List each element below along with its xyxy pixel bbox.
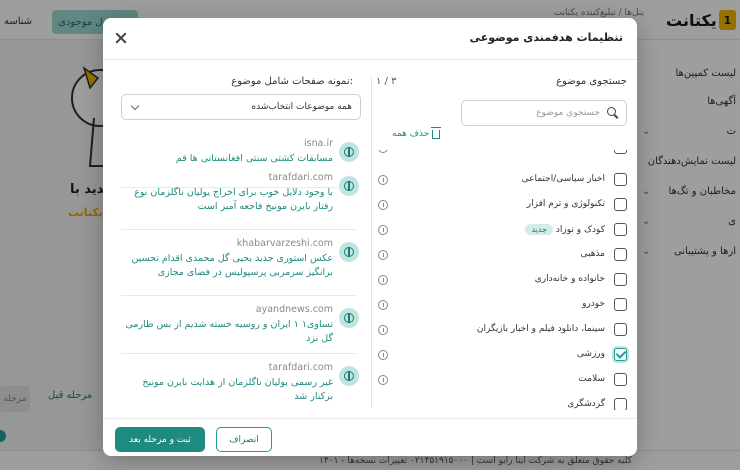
topic-row[interactable]: تکنولوژی و ترم افزار (372, 193, 637, 218)
sample-title-link[interactable]: تساوی۱ ۱ ایران و روسیه خسته شدیم از بس ط… (123, 318, 333, 346)
clear-all-label: حذف همه (392, 128, 430, 139)
sample-domain: isna.ir (304, 138, 333, 149)
selected-counter: ۱ / ۳ (376, 76, 397, 87)
sample-domain: ayandnews.com (255, 304, 333, 315)
topic-row[interactable]: خانواده و خانه‌داری (372, 268, 637, 293)
topic-filter-select[interactable]: همه موضوعات انتخاب‌شده (121, 94, 361, 120)
topic-row[interactable]: سینما، دانلود فیلم و اخبار بازیگران (372, 318, 637, 343)
globe-icon (339, 142, 359, 162)
topic-label: تکنولوژی و ترم افزار (526, 199, 605, 209)
topic-row[interactable]: ورزشی (372, 343, 637, 368)
info-icon[interactable] (378, 275, 388, 285)
topic-row[interactable]: سلامت (372, 368, 637, 393)
info-icon[interactable] (378, 375, 388, 385)
topic-filter-value: همه موضوعات انتخاب‌شده (251, 102, 352, 112)
info-icon[interactable] (378, 250, 388, 260)
topic-label: خودرو (582, 299, 605, 309)
topic-checkbox[interactable] (614, 323, 627, 336)
topic-search-input[interactable] (470, 105, 600, 121)
info-icon[interactable] (378, 325, 388, 335)
topic-label: سلامت (578, 374, 605, 384)
topic-label: سینما، دانلود فیلم و اخبار بازیگران (476, 324, 605, 334)
sample-pages-label: نمونه صفحات شامل موضوع: (231, 76, 353, 87)
topic-row[interactable]: گردشگری (372, 393, 637, 410)
topic-row[interactable]: جدید کودک و نوزاد (372, 218, 637, 243)
topic-label: جدید کودک و نوزاد (521, 224, 605, 235)
info-icon[interactable] (378, 350, 388, 360)
topic-label: اخبار سیاسی/اجتماعی (521, 174, 605, 184)
topic-row[interactable]: اخبار سیاسی/اجتماعی (372, 168, 637, 193)
topic-checkbox[interactable] (614, 173, 627, 186)
topic-targeting-modal: تنظیمات هدفمندی موضوعی جستجوی موضوع ۱ / … (103, 18, 637, 456)
modal-footer: ثبت و مرحله بعد انصراف (103, 418, 637, 456)
topic-checkbox[interactable] (614, 248, 627, 261)
topic-checkbox[interactable] (614, 198, 627, 211)
topic-search-panel: جستجوی موضوع ۱ / ۳ حذف همه اخبار سیاسی/ا… (372, 60, 637, 410)
info-icon[interactable] (378, 200, 388, 210)
sample-page-item[interactable]: tarafdari.com با وجود دلایل خوب برای اخر… (103, 164, 371, 230)
info-icon[interactable] (378, 300, 388, 310)
topic-row[interactable]: خودرو (372, 293, 637, 318)
topic-checkbox[interactable] (614, 398, 627, 410)
topic-checkbox[interactable] (614, 298, 627, 311)
sample-domain: tarafdari.com (268, 172, 333, 183)
sample-page-item[interactable]: ayandnews.com تساوی۱ ۱ ایران و روسیه خست… (103, 296, 371, 354)
info-icon[interactable] (378, 150, 388, 153)
topic-checkbox[interactable] (614, 273, 627, 286)
globe-icon (339, 366, 359, 386)
sample-page-item[interactable]: tarafdari.com غیر رسمی یولیان ناگلزمان ا… (103, 354, 371, 410)
sample-domain: tarafdari.com (268, 362, 333, 373)
close-icon[interactable] (113, 30, 129, 46)
submit-next-button[interactable]: ثبت و مرحله بعد (115, 427, 205, 452)
chevron-down-icon (130, 101, 140, 111)
topic-label: خانواده و خانه‌داری (534, 274, 605, 284)
topic-row[interactable]: مذهبی (372, 243, 637, 268)
topic-label: ورزشی (576, 349, 605, 359)
topic-list[interactable]: اخبار سیاسی/اجتماعی تکنولوژی و ترم افزار… (372, 150, 637, 410)
sample-page-item[interactable]: khabarvarzeshi.com عکس استوری جدید یحیی … (103, 230, 371, 296)
topic-label: مذهبی (580, 249, 605, 259)
search-icon (607, 107, 619, 119)
topic-checkbox-checked[interactable] (614, 348, 627, 361)
sample-pages-panel: نمونه صفحات شامل موضوع: همه موضوعات انتخ… (103, 60, 371, 410)
info-icon[interactable] (378, 225, 388, 235)
topic-row[interactable] (372, 150, 637, 161)
topic-checkbox[interactable] (614, 373, 627, 386)
modal-header: تنظیمات هدفمندی موضوعی (103, 18, 637, 60)
modal-title: تنظیمات هدفمندی موضوعی (469, 31, 623, 44)
new-badge: جدید (525, 224, 554, 235)
topic-search-label: جستجوی موضوع (556, 76, 627, 87)
column-divider (371, 76, 372, 408)
sample-domain: khabarvarzeshi.com (236, 238, 333, 249)
info-icon[interactable] (378, 175, 388, 185)
globe-icon (339, 308, 359, 328)
trash-icon (431, 127, 442, 139)
globe-icon (339, 176, 359, 196)
globe-icon (339, 242, 359, 262)
sample-title-link[interactable]: با وجود دلایل خوب برای اخراج یولیان ناگل… (123, 186, 333, 214)
sample-title-link[interactable]: غیر رسمی یولیان ناگلزمان از هدایت بایرن … (123, 376, 333, 404)
topic-label: گردشگری (567, 399, 605, 409)
cancel-button[interactable]: انصراف (216, 427, 272, 452)
sample-title-link[interactable]: عکس استوری جدید یحیی گل محمدی اقدام تحسی… (123, 252, 333, 280)
topic-search-box[interactable] (461, 100, 627, 126)
topic-checkbox[interactable] (614, 223, 627, 236)
sample-pages-list[interactable]: isna.ir مسابقات کشتی سنتی افغانستانی ها … (103, 130, 371, 410)
topic-checkbox[interactable] (614, 150, 627, 154)
clear-all-button[interactable]: حذف همه (392, 127, 442, 139)
